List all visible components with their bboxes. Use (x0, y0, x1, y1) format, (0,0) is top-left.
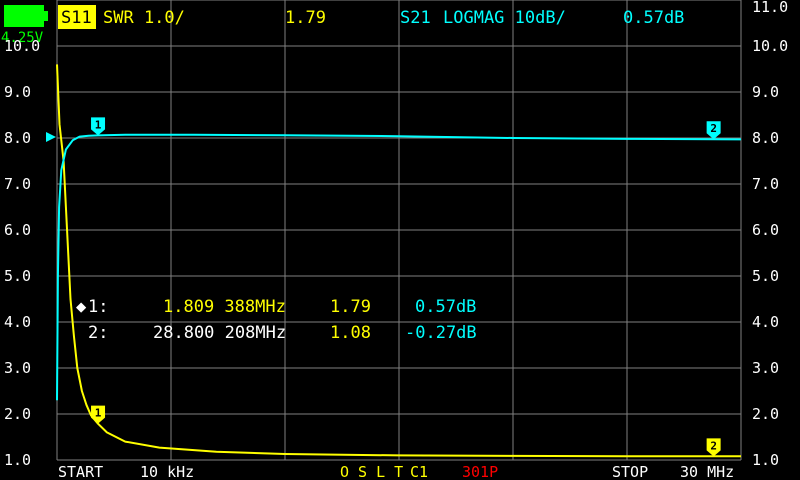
right-axis-label: 5.0 (752, 267, 779, 285)
left-axis-label: 4.0 (4, 313, 31, 331)
marker-row[interactable]: ◆ 1: 1.809 388MHz 1.79 0.57dB (76, 297, 476, 317)
active-marker-indicator-icon: ◆ (76, 297, 87, 317)
trace1-channel[interactable]: S11 (61, 8, 92, 28)
marker-flag-label: 1 (95, 407, 102, 420)
right-axis-label: 8.0 (752, 129, 779, 147)
left-axis-label: 6.0 (4, 221, 31, 239)
trace1-format[interactable]: SWR 1.0/ (103, 8, 185, 28)
left-axis-label: 8.0 (4, 129, 31, 147)
reference-level-arrow-icon (46, 132, 56, 142)
calibration-status[interactable]: O S L T (340, 463, 403, 480)
left-axis-label: 7.0 (4, 175, 31, 193)
marker-swr: 1.79 (330, 297, 371, 317)
marker-2-s11[interactable]: 2 (706, 438, 721, 457)
marker-flag-label: 2 (710, 439, 717, 452)
left-axis-label: 5.0 (4, 267, 31, 285)
right-axis-label: 4.0 (752, 313, 779, 331)
marker-label: 2: (88, 323, 108, 343)
right-axis-label: 3.0 (752, 359, 779, 377)
right-axis-label: 2.0 (752, 405, 779, 423)
trace1-value: 1.79 (285, 8, 326, 28)
marker-table: ◆ 1: 1.809 388MHz 1.79 0.57dB 2: 28.800 … (76, 297, 477, 343)
marker-2-s21[interactable]: 2 (706, 121, 721, 140)
right-axis-label: 9.0 (752, 83, 779, 101)
trace2-channel[interactable]: S21 (400, 8, 431, 28)
footer-bar: START 10 kHz O S L T C1 301P STOP 30 MHz (58, 463, 734, 480)
marker-logmag: -0.27dB (405, 323, 477, 343)
stop-value[interactable]: 30 MHz (680, 463, 734, 480)
right-axis-label: 10.0 (752, 37, 788, 55)
left-axis-label: 10.0 (4, 37, 40, 55)
marker-flag-label: 2 (710, 122, 717, 135)
start-label[interactable]: START (58, 463, 103, 480)
plot-grid (56, 0, 742, 461)
left-axis-label: 2.0 (4, 405, 31, 423)
left-axis: 10.0 9.0 8.0 7.0 6.0 5.0 4.0 3.0 2.0 1.0 (4, 37, 40, 469)
vna-screen: 1122 4.25V S11 SWR 1.0/ 1.79 S21 LOGMAG … (0, 0, 800, 480)
start-value[interactable]: 10 kHz (140, 463, 194, 480)
right-axis-label: 7.0 (752, 175, 779, 193)
trace2-value: 0.57dB (623, 8, 684, 28)
right-axis-label: 11.0 (752, 0, 788, 16)
marker-flag-label: 1 (95, 118, 102, 131)
marker-logmag: 0.57dB (415, 297, 476, 317)
marker-frequency: 28.800 208MHz (153, 323, 286, 343)
marker-label: 1: (88, 297, 108, 317)
trace2-format[interactable]: LOGMAG 10dB/ (443, 8, 566, 28)
marker-frequency: 1.809 388MHz (163, 297, 286, 317)
left-axis-label: 3.0 (4, 359, 31, 377)
marker-layer: 1 1 2 2 (91, 117, 721, 457)
left-axis-label: 1.0 (4, 451, 31, 469)
right-axis-label: 1.0 (752, 451, 779, 469)
vna-display: 1122 4.25V S11 SWR 1.0/ 1.79 S21 LOGMAG … (1, 0, 788, 480)
marker-1-s11[interactable]: 1 (91, 405, 106, 424)
battery-icon (4, 5, 48, 27)
marker-row[interactable]: 2: 28.800 208MHz 1.08 -0.27dB (88, 323, 477, 343)
right-axis: 11.0 10.0 9.0 8.0 7.0 6.0 5.0 4.0 3.0 2.… (752, 0, 788, 469)
marker-swr: 1.08 (330, 323, 371, 343)
right-axis-label: 6.0 (752, 221, 779, 239)
left-axis-label: 9.0 (4, 83, 31, 101)
stop-label[interactable]: STOP (612, 463, 648, 480)
sweep-points[interactable]: 301P (462, 463, 498, 480)
calibration-slot[interactable]: C1 (410, 463, 428, 480)
marker-1-s21[interactable]: 1 (91, 117, 106, 136)
